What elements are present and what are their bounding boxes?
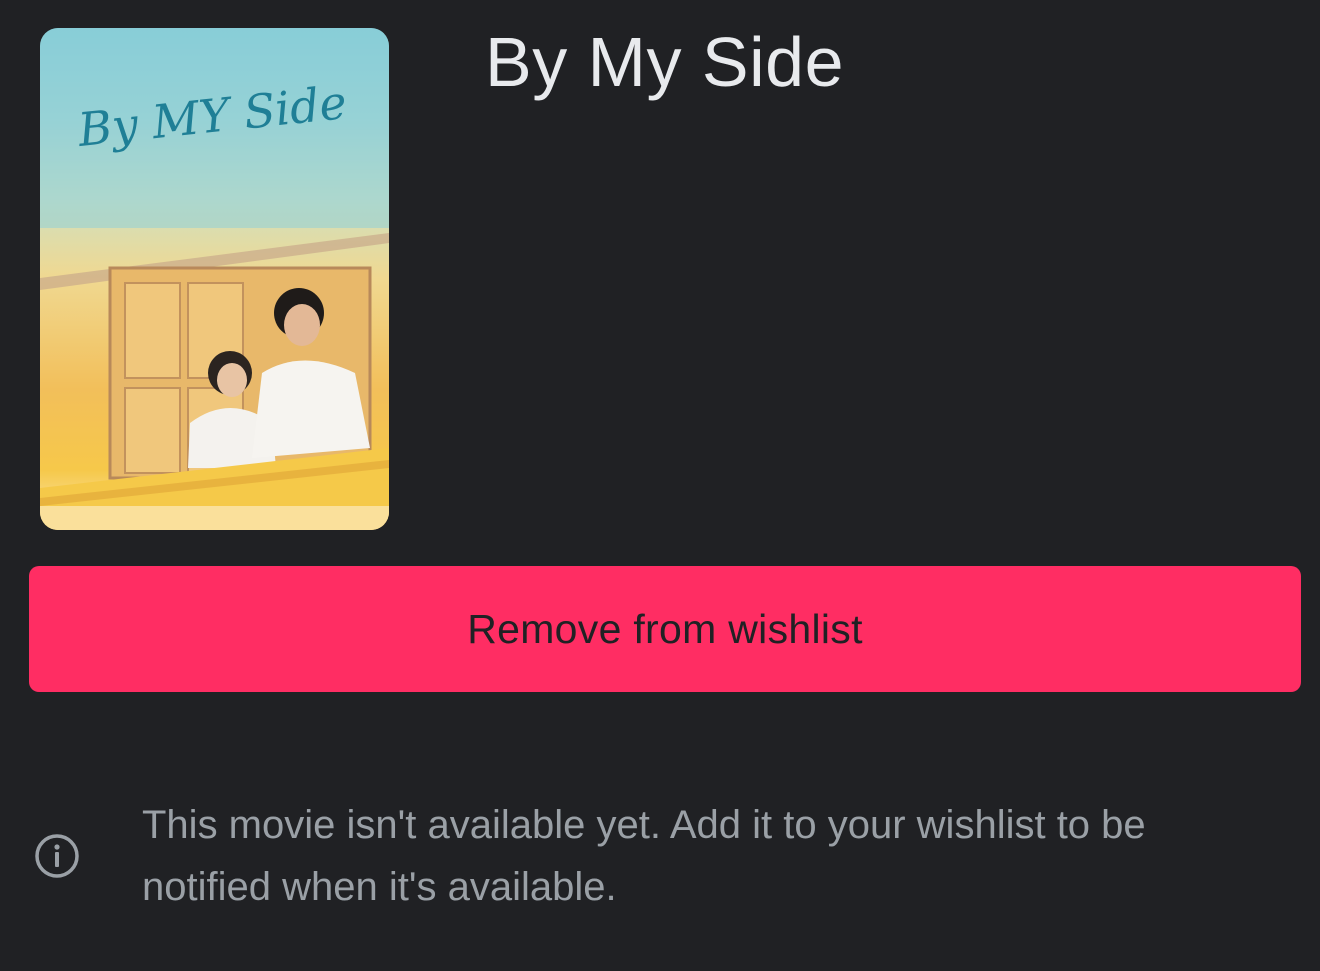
availability-notice: This movie isn't available yet. Add it t… — [142, 803, 1146, 909]
poster-artwork: By MY Side — [40, 28, 389, 530]
movie-title: By My Side — [485, 23, 844, 101]
info-icon — [35, 834, 79, 878]
movie-poster[interactable]: By MY Side — [40, 28, 389, 530]
remove-from-wishlist-button[interactable]: Remove from wishlist — [29, 566, 1301, 692]
